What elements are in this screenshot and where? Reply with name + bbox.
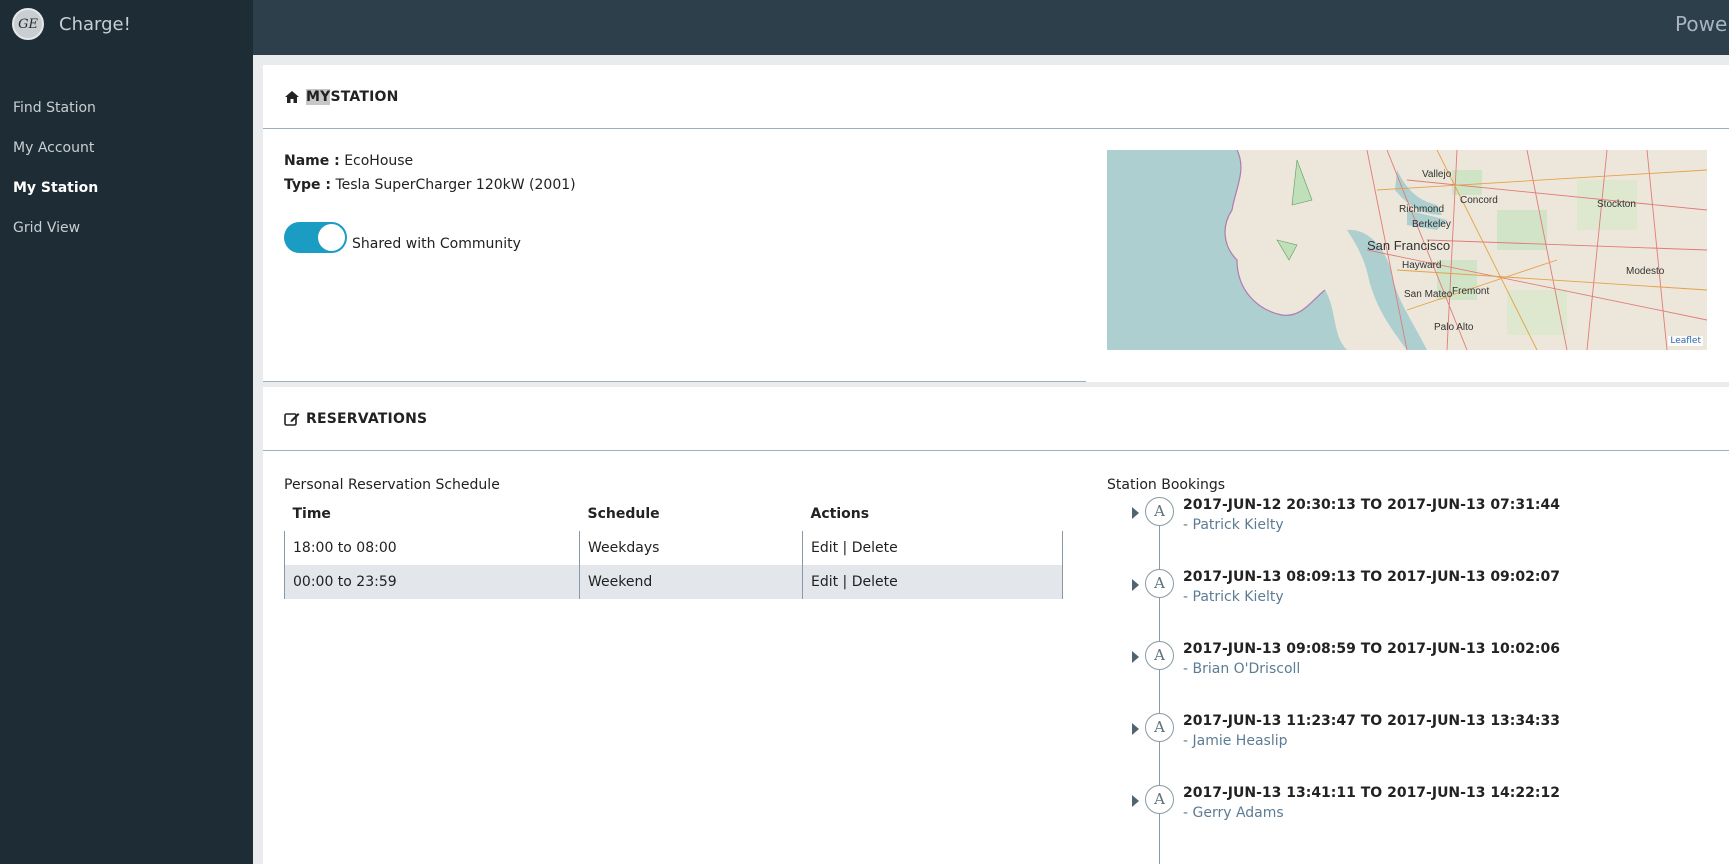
- share-toggle-label: Shared with Community: [352, 236, 521, 252]
- my-station-header: MY STATION: [263, 65, 1729, 129]
- share-toggle-row: Shared with Community: [284, 222, 521, 253]
- table-row: 18:00 to 08:00 Weekdays Edit | Delete: [284, 531, 1063, 565]
- booking-item[interactable]: A 2017-JUN-12 20:30:13 TO 2017-JUN-13 07…: [1107, 497, 1707, 557]
- map-label-vallejo: Vallejo: [1422, 169, 1452, 180]
- column-header-schedule: Schedule: [587, 506, 660, 522]
- avatar: A: [1145, 785, 1174, 814]
- sidebar: GE Charge! Find Station My Account My St…: [0, 0, 253, 864]
- map-label-fremont: Fremont: [1452, 286, 1489, 297]
- expand-caret-icon[interactable]: [1132, 507, 1139, 519]
- ge-logo-icon: GE: [12, 8, 44, 40]
- sidebar-item-my-account[interactable]: My Account: [0, 128, 253, 168]
- map-label-richmond: Richmond: [1399, 204, 1444, 215]
- cell-time: 18:00 to 08:00: [284, 531, 580, 565]
- booking-time: 2017-JUN-12 20:30:13 TO 2017-JUN-13 07:3…: [1183, 497, 1560, 513]
- cell-actions[interactable]: Edit | Delete: [802, 565, 1063, 599]
- home-icon: [285, 90, 299, 103]
- expand-caret-icon[interactable]: [1132, 651, 1139, 663]
- booking-item[interactable]: A 2017-JUN-13 09:08:59 TO 2017-JUN-13 10…: [1107, 641, 1707, 701]
- cell-actions[interactable]: Edit | Delete: [802, 531, 1063, 565]
- booking-user[interactable]: - Gerry Adams: [1183, 805, 1284, 821]
- sidebar-item-my-station[interactable]: My Station: [0, 168, 253, 208]
- station-bookings-title: Station Bookings: [1107, 477, 1226, 493]
- expand-caret-icon[interactable]: [1132, 723, 1139, 735]
- app-name: Charge!: [59, 13, 131, 35]
- name-value: EcoHouse: [344, 153, 414, 169]
- expand-caret-icon[interactable]: [1132, 795, 1139, 807]
- name-label: Name :: [284, 153, 340, 169]
- avatar: A: [1145, 497, 1174, 526]
- booking-time: 2017-JUN-13 13:41:11 TO 2017-JUN-13 14:2…: [1183, 785, 1560, 801]
- booking-user[interactable]: - Jamie Heaslip: [1183, 733, 1287, 749]
- brand[interactable]: GE Charge!: [12, 8, 131, 40]
- map-label-concord: Concord: [1460, 195, 1498, 206]
- toggle-knob: [318, 224, 345, 251]
- share-toggle[interactable]: [284, 222, 347, 253]
- cell-schedule: Weekend: [579, 565, 803, 599]
- logo-text: GE: [18, 16, 38, 32]
- column-header-actions: Actions: [810, 506, 870, 522]
- reservations-title: RESERVATIONS: [306, 410, 428, 427]
- type-label: Type :: [284, 177, 332, 193]
- avatar: A: [1145, 569, 1174, 598]
- map-label-san-mateo: San Mateo: [1404, 289, 1453, 300]
- map-label-stockton: Stockton: [1597, 199, 1636, 210]
- station-divider: [263, 381, 1086, 382]
- header-text: STATION: [330, 88, 399, 105]
- sidebar-item-grid-view[interactable]: Grid View: [0, 208, 253, 248]
- reservations-card: RESERVATIONS Personal Reservation Schedu…: [263, 387, 1729, 864]
- station-name-row: Name : EcoHouse: [284, 151, 576, 175]
- map-label-berkeley: Berkeley: [1412, 219, 1451, 230]
- booking-user[interactable]: - Brian O'Driscoll: [1183, 661, 1300, 677]
- table-header-row: Time Schedule Actions: [285, 497, 1063, 531]
- sidebar-nav: Find Station My Account My Station Grid …: [0, 88, 253, 248]
- edit-icon: [284, 412, 300, 426]
- booking-time: 2017-JUN-13 11:23:47 TO 2017-JUN-13 13:3…: [1183, 713, 1560, 729]
- header-highlight: MY: [306, 88, 331, 105]
- top-bar-title: Powe: [1675, 12, 1728, 36]
- bookings-timeline: A 2017-JUN-12 20:30:13 TO 2017-JUN-13 07…: [1107, 497, 1707, 864]
- map-label-san-francisco: San Francisco: [1367, 238, 1450, 253]
- map-attribution[interactable]: Leaflet: [1668, 336, 1703, 346]
- booking-user[interactable]: - Patrick Kielty: [1183, 517, 1284, 533]
- station-map[interactable]: Vallejo Concord Stockton Richmond Berkel…: [1107, 150, 1707, 350]
- booking-item[interactable]: A 2017-JUN-13 13:41:11 TO 2017-JUN-13 14…: [1107, 785, 1707, 845]
- personal-schedule-table: Time Schedule Actions 18:00 to 08:00 Wee…: [284, 497, 1063, 599]
- column-header-time: Time: [292, 506, 331, 522]
- type-value: Tesla SuperCharger 120kW (2001): [335, 177, 576, 193]
- expand-caret-icon[interactable]: [1132, 579, 1139, 591]
- my-station-card: MY STATION Name : EcoHouse Type : Tesla …: [263, 65, 1729, 382]
- cell-time: 00:00 to 23:59: [284, 565, 580, 599]
- avatar: A: [1145, 641, 1174, 670]
- personal-schedule-title: Personal Reservation Schedule: [284, 477, 500, 493]
- map-label-hayward: Hayward: [1402, 260, 1441, 271]
- booking-item[interactable]: A 2017-JUN-13 08:09:13 TO 2017-JUN-13 09…: [1107, 569, 1707, 629]
- map-label-palo-alto: Palo Alto: [1434, 322, 1474, 333]
- top-bar: Powe: [253, 0, 1729, 55]
- cell-schedule: Weekdays: [579, 531, 803, 565]
- reservations-header: RESERVATIONS: [263, 387, 1729, 451]
- avatar: A: [1145, 713, 1174, 742]
- booking-user[interactable]: - Patrick Kielty: [1183, 589, 1284, 605]
- booking-time: 2017-JUN-13 09:08:59 TO 2017-JUN-13 10:0…: [1183, 641, 1560, 657]
- station-type-row: Type : Tesla SuperCharger 120kW (2001): [284, 175, 576, 199]
- booking-item[interactable]: A 2017-JUN-13 11:23:47 TO 2017-JUN-13 13…: [1107, 713, 1707, 773]
- table-row: 00:00 to 23:59 Weekend Edit | Delete: [284, 565, 1063, 599]
- booking-time: 2017-JUN-13 08:09:13 TO 2017-JUN-13 09:0…: [1183, 569, 1560, 585]
- map-label-modesto: Modesto: [1626, 266, 1665, 277]
- station-details: Name : EcoHouse Type : Tesla SuperCharge…: [284, 151, 576, 199]
- map-image: Vallejo Concord Stockton Richmond Berkel…: [1107, 150, 1707, 350]
- sidebar-item-find-station[interactable]: Find Station: [0, 88, 253, 128]
